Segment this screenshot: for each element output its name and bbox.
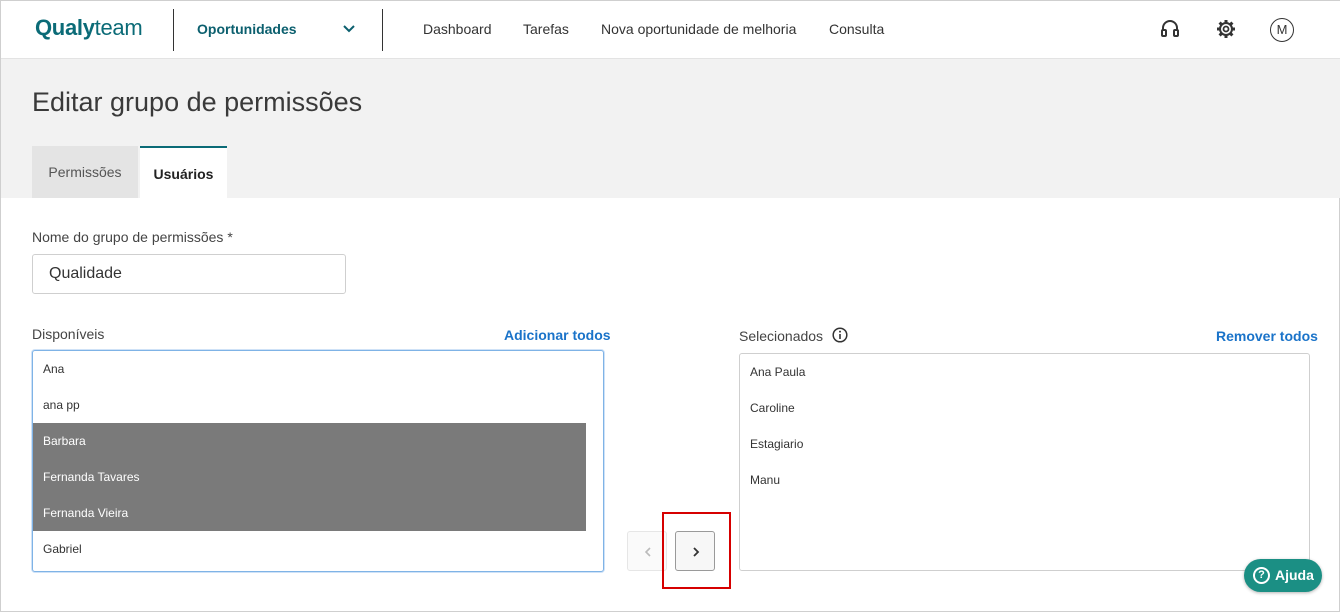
divider	[382, 9, 383, 51]
tab-usuarios[interactable]: Usuários	[140, 146, 227, 198]
list-item[interactable]: Gabriel	[33, 531, 586, 567]
available-list-title: Disponíveis	[32, 326, 105, 342]
logo-text-light: team	[94, 15, 143, 40]
selected-list-title: Selecionados	[739, 328, 824, 344]
list-item[interactable]: Ana	[33, 351, 586, 387]
list-item[interactable]: Fernanda Tavares	[33, 459, 586, 495]
nav-dashboard[interactable]: Dashboard	[423, 21, 492, 37]
user-avatar[interactable]: M	[1270, 18, 1294, 42]
group-name-label: Nome do grupo de permissões *	[32, 229, 233, 245]
remove-all-button[interactable]: Remover todos	[1216, 328, 1318, 344]
module-selector-label[interactable]: Oportunidades	[197, 21, 297, 37]
headset-icon[interactable]	[1159, 18, 1181, 40]
list-item[interactable]: Estagiario	[740, 426, 1300, 462]
chevron-left-icon	[644, 547, 651, 557]
chevron-down-icon[interactable]	[342, 21, 356, 35]
help-button[interactable]: ? Ajuda	[1244, 559, 1322, 592]
question-icon: ?	[1253, 567, 1270, 584]
logo-text-bold: Qualy	[35, 15, 95, 40]
nav-nova-oportunidade[interactable]: Nova oportunidade de melhoria	[601, 21, 796, 37]
add-all-button[interactable]: Adicionar todos	[504, 327, 611, 343]
divider	[173, 9, 174, 51]
list-item[interactable]: Caroline	[740, 390, 1300, 426]
page-title: Editar grupo de permissões	[32, 87, 363, 117]
list-item[interactable]: Manu	[740, 462, 1300, 498]
list-item[interactable]: Barbara	[33, 423, 586, 459]
nav-tarefas[interactable]: Tarefas	[523, 21, 569, 37]
list-item[interactable]: Ana Paula	[740, 354, 1300, 390]
selected-users-list[interactable]: Ana Paula Caroline Estagiario Manu	[739, 353, 1310, 571]
group-name-input[interactable]	[32, 254, 346, 294]
gear-icon[interactable]	[1215, 18, 1237, 40]
help-label: Ajuda	[1275, 567, 1314, 583]
qualyteam-logo[interactable]: Qualyteam	[35, 15, 143, 41]
nav-consulta[interactable]: Consulta	[829, 21, 884, 37]
tab-permissoes[interactable]: Permissões	[32, 146, 138, 198]
list-item[interactable]: ana pp	[33, 387, 586, 423]
info-icon[interactable]	[832, 327, 848, 343]
highlight-annotation-box	[662, 512, 731, 589]
top-navigation-bar: Qualyteam Oportunidades Dashboard Tarefa…	[1, 1, 1340, 59]
available-users-list[interactable]: Ana ana pp Barbara Fernanda Tavares Fern…	[32, 350, 604, 572]
move-left-button[interactable]	[627, 531, 667, 571]
list-item[interactable]: Fernanda Vieira	[33, 495, 586, 531]
